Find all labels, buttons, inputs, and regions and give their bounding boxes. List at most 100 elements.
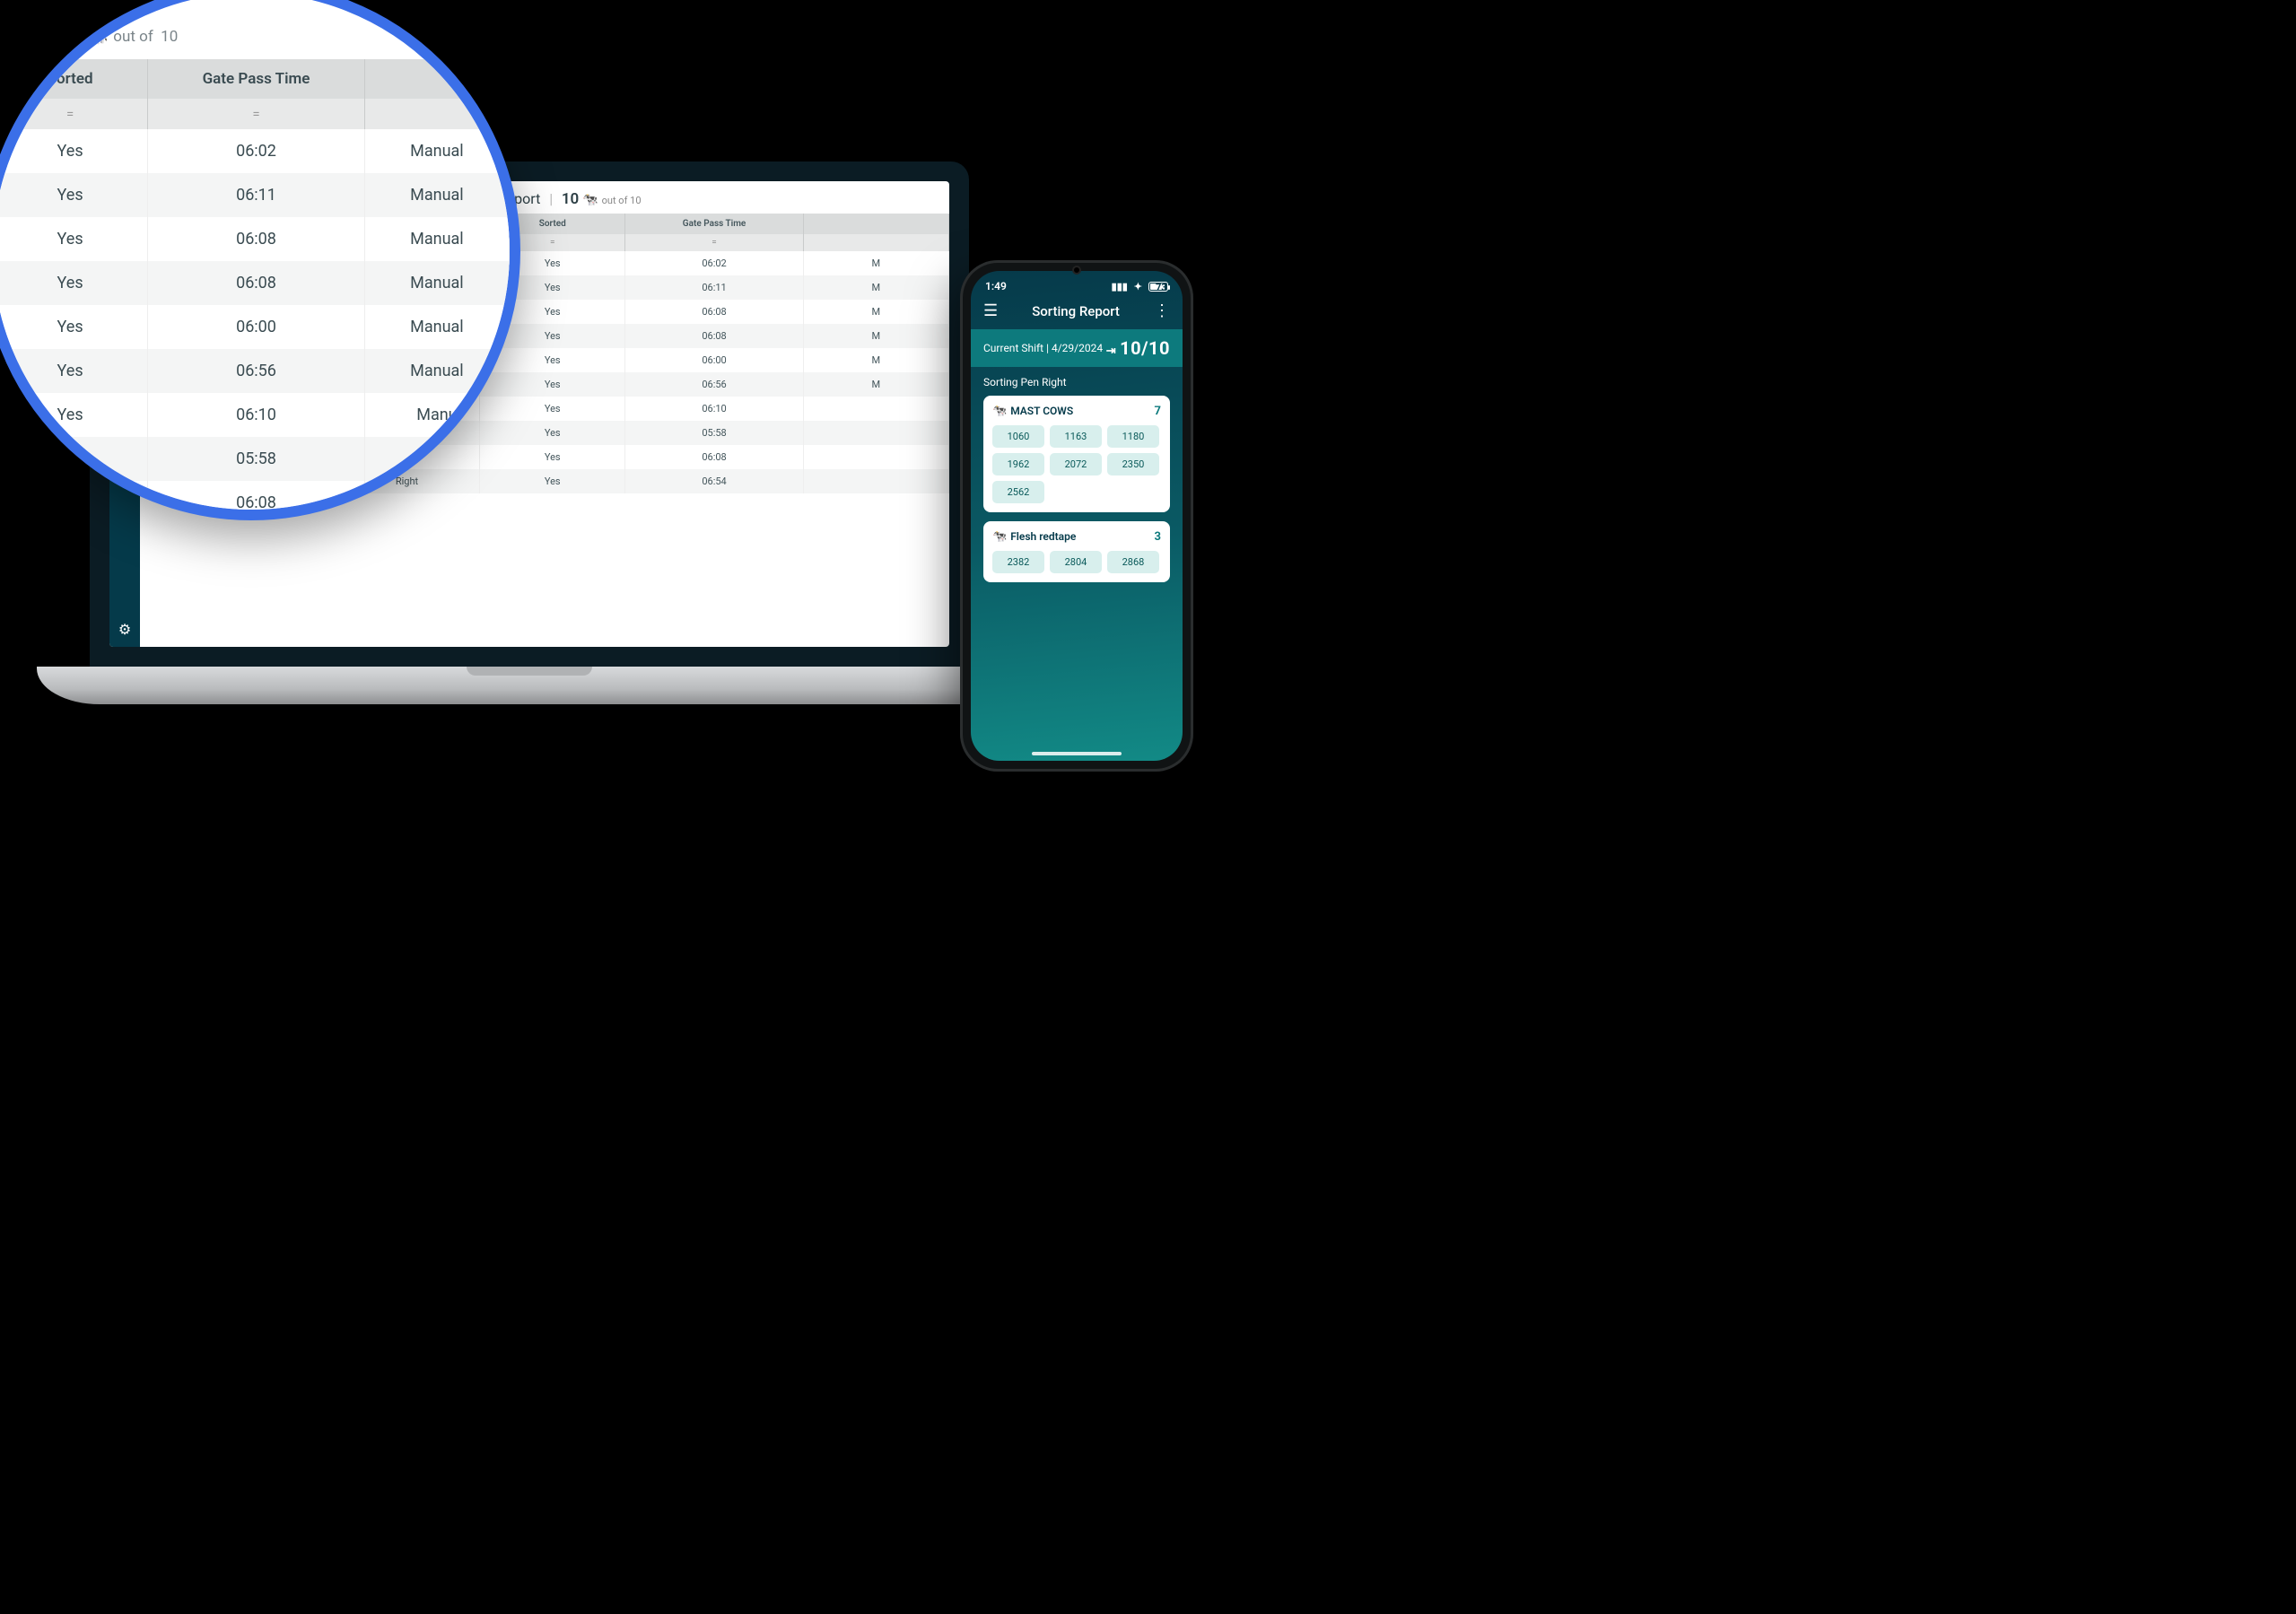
cell-mode: Manu	[364, 393, 509, 437]
cell-gate: 05:58	[625, 421, 803, 445]
group-header: 🐄MAST COWS7	[992, 405, 1161, 418]
pen-title: Sorting Pen Right	[983, 376, 1170, 388]
table-row[interactable]: Yes06:00Manual	[0, 305, 510, 349]
phone-device: 1:49 ▮▮▮ ✦ 73 ☰ Sorting Report ⋮ Current…	[960, 260, 1193, 772]
table-row[interactable]: Yes06:10Manu	[0, 393, 510, 437]
cell-sorted: Yes	[0, 261, 148, 305]
table-row[interactable]: Yes06:56Manual	[0, 349, 510, 393]
zoom-magnifier: t | 10 🐄 out of 10 Sorted Gate Pass Time…	[0, 0, 520, 520]
table-row[interactable]: Yes05:58	[0, 437, 510, 481]
group-card[interactable]: 🐄Flesh redtape 3 2382 28042868	[983, 521, 1170, 582]
cell-gate: 06:08	[148, 261, 365, 305]
zoom-title-fragment: t	[18, 24, 24, 47]
zoom-out-of: out of 10	[113, 28, 178, 46]
cell-gate: 06:56	[148, 349, 365, 393]
cell-gate: 06:56	[625, 372, 803, 397]
cow-icon: 🐄	[992, 530, 1007, 544]
animal-tag[interactable]: 2350	[1107, 453, 1159, 475]
cell-sorted: Yes	[0, 305, 148, 349]
zoom-col-gate[interactable]: Gate Pass Time	[148, 59, 365, 99]
cell-gate: 05:58	[148, 437, 365, 481]
menu-hamburger-icon[interactable]: ☰	[983, 301, 998, 320]
zoom-col-sorted[interactable]: Sorted	[0, 59, 148, 99]
status-time: 1:49	[985, 280, 1007, 292]
table-row[interactable]: Yes06:08Manual	[0, 261, 510, 305]
cell-mode: M	[803, 251, 948, 275]
zoom-header-row: Sorted Gate Pass Time	[0, 59, 510, 99]
cell-gate: 06:08	[148, 217, 365, 261]
animal-tag[interactable]: 2562	[992, 481, 1044, 503]
cell-mode: M	[803, 324, 948, 348]
phone-screen: 1:49 ▮▮▮ ✦ 73 ☰ Sorting Report ⋮ Current…	[971, 271, 1183, 761]
cell-gate: 06:00	[625, 348, 803, 372]
cell-sorted: Yes	[0, 173, 148, 217]
col-gate-pass-time[interactable]: Gate Pass Time	[625, 214, 803, 234]
table-row[interactable]: Yes06:02Manual	[0, 129, 510, 173]
cell-gate: 06:08	[625, 324, 803, 348]
table-row[interactable]: Yes06:11Manual	[0, 173, 510, 217]
animal-tag[interactable]: 2382	[992, 551, 1044, 573]
phone-home-indicator[interactable]	[1032, 752, 1122, 755]
cell-mode: Manual	[364, 217, 509, 261]
tag-list: 2382 28042868	[992, 551, 1161, 573]
animal-tag[interactable]: 1060	[992, 425, 1044, 448]
cell-mode	[803, 397, 948, 421]
animal-tag[interactable]: 1180	[1107, 425, 1159, 448]
cell-mode: Manual	[364, 129, 509, 173]
wifi-icon: ✦	[1134, 281, 1142, 292]
battery-icon: 73	[1148, 282, 1168, 292]
zoom-filter-gate[interactable]: =	[148, 99, 365, 129]
group-count: 7	[1155, 405, 1161, 418]
cell-gate: 06:11	[625, 275, 803, 300]
cell-sorted: Yes	[0, 393, 148, 437]
cow-icon: 🐄	[582, 193, 598, 207]
zoom-table: Sorted Gate Pass Time = = Yes06:02Manual…	[0, 59, 510, 520]
cell-mode: M	[803, 300, 948, 324]
cell-mode: Manual	[364, 261, 509, 305]
cow-icon: 🐄	[86, 24, 109, 46]
cell-mode	[364, 437, 509, 481]
tag-list: 1060 11631180 1962 20722350 2562	[992, 425, 1161, 503]
cell-mode: Manual	[364, 305, 509, 349]
cell-mode: M	[803, 275, 948, 300]
phone-statusbar: 1:49 ▮▮▮ ✦ 73	[971, 271, 1183, 296]
cell-mode: Manual	[364, 349, 509, 393]
animal-tag[interactable]: 1163	[1050, 425, 1102, 448]
zoom-filter-row: = =	[0, 99, 510, 129]
table-row[interactable]: Yes06:08Manual	[0, 217, 510, 261]
animal-tag[interactable]: 2072	[1050, 453, 1102, 475]
animal-tag[interactable]: 2868	[1107, 551, 1159, 573]
cell-gate: 06:08	[625, 445, 803, 469]
cell-mode: Manual	[364, 173, 509, 217]
cell-gate: 06:02	[625, 251, 803, 275]
cell-mode: M	[803, 348, 948, 372]
group-name: Flesh redtape	[1010, 530, 1076, 543]
settings-gear-icon[interactable]: ⚙	[109, 621, 140, 638]
cell-gate: 06:00	[148, 305, 365, 349]
status-icons: ▮▮▮ ✦ 73	[1108, 280, 1168, 292]
animal-tag[interactable]: 2804	[1050, 551, 1102, 573]
cell-gate: 06:54	[625, 469, 803, 493]
cell-mode: M	[803, 372, 948, 397]
group-count: 3	[1155, 530, 1161, 544]
group-name: MAST COWS	[1010, 405, 1073, 417]
shift-label: Current Shift | 4/29/2024	[983, 342, 1103, 354]
shift-summary-bar[interactable]: Current Shift | 4/29/2024 ⇥10/10	[971, 329, 1183, 367]
signal-icon: ▮▮▮	[1112, 281, 1128, 292]
animal-tag[interactable]: 1962	[992, 453, 1044, 475]
group-card[interactable]: 🐄MAST COWS71060116311801962207223502562	[983, 396, 1170, 512]
cell-gate: 06:08	[625, 300, 803, 324]
cow-run-icon: ⇥	[1106, 345, 1116, 358]
zoom-title-bar: t | 10 🐄 out of 10	[0, 0, 510, 59]
more-kebab-icon[interactable]: ⋮	[1154, 301, 1170, 320]
filter-gate[interactable]: =	[625, 234, 803, 251]
pen-section: Sorting Pen Right 🐄 MAST COWS 7 1060 1163118…	[971, 367, 1183, 600]
laptop-base	[37, 667, 1022, 704]
phone-app-title: Sorting Report	[1032, 303, 1120, 319]
report-count: 10	[562, 190, 579, 208]
cell-sorted: Yes	[0, 129, 148, 173]
cell-gate: 06:10	[625, 397, 803, 421]
out-of-label: out of 10	[602, 195, 642, 206]
laptop-hinge-notch	[467, 667, 592, 676]
zoom-filter-sorted[interactable]: =	[0, 99, 148, 129]
